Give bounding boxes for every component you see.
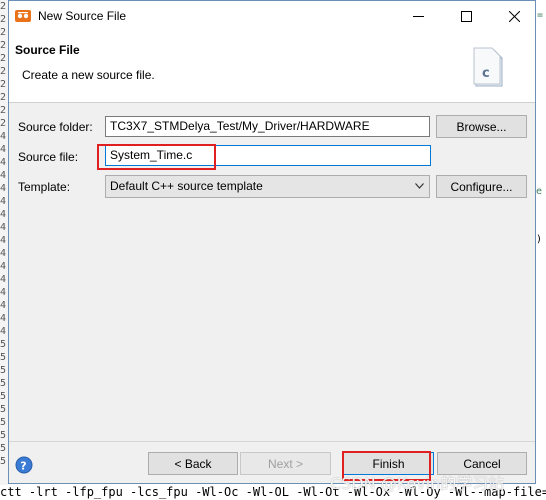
close-button[interactable]	[491, 1, 537, 32]
template-select[interactable]: Default C++ source template	[105, 175, 430, 198]
maximize-icon	[460, 11, 472, 22]
back-button-label: < Back	[174, 456, 212, 471]
page-description: Create a new source file.	[22, 68, 155, 82]
cancel-button-label: Cancel	[463, 456, 501, 471]
window-title: New Source File	[38, 9, 127, 23]
chevron-down-icon	[415, 179, 424, 194]
minimize-button[interactable]	[395, 1, 441, 32]
browse-button-label: Browse...	[456, 119, 507, 134]
configure-button[interactable]: Configure...	[436, 175, 527, 198]
browse-button[interactable]: Browse...	[436, 115, 527, 138]
minimize-icon	[412, 16, 424, 17]
page-title: Source File	[15, 43, 80, 57]
new-source-file-dialog: New Source File Source File Create a new…	[8, 0, 536, 484]
close-icon	[508, 11, 520, 22]
configure-button-label: Configure...	[450, 179, 513, 194]
title-bar[interactable]: New Source File	[9, 1, 535, 33]
c-source-file-icon: c	[473, 47, 503, 87]
maximize-button[interactable]	[443, 1, 489, 32]
help-icon[interactable]: ?	[15, 456, 33, 474]
template-selected-value: Default C++ source template	[110, 179, 263, 193]
next-button-label: Next >	[267, 456, 303, 471]
watermark: CSDN @Kevin的学习站	[330, 474, 505, 493]
svg-text:?: ?	[20, 460, 26, 473]
source-file-label: Source file:	[18, 150, 79, 164]
editor-right-edge: = e )	[536, 0, 546, 500]
template-label: Template:	[18, 180, 71, 194]
svg-text:c: c	[482, 66, 490, 81]
back-button[interactable]: < Back	[148, 452, 238, 475]
source-folder-label: Source folder:	[18, 120, 93, 134]
app-icon	[15, 10, 31, 22]
source-file-highlight	[97, 144, 216, 170]
next-button[interactable]: Next >	[240, 452, 331, 475]
source-folder-input[interactable]: TC3X7_STMDelya_Test/My_Driver/HARDWARE	[105, 116, 430, 137]
footer-separator	[9, 441, 535, 442]
wizard-header: Source File Create a new source file. c	[9, 32, 535, 103]
